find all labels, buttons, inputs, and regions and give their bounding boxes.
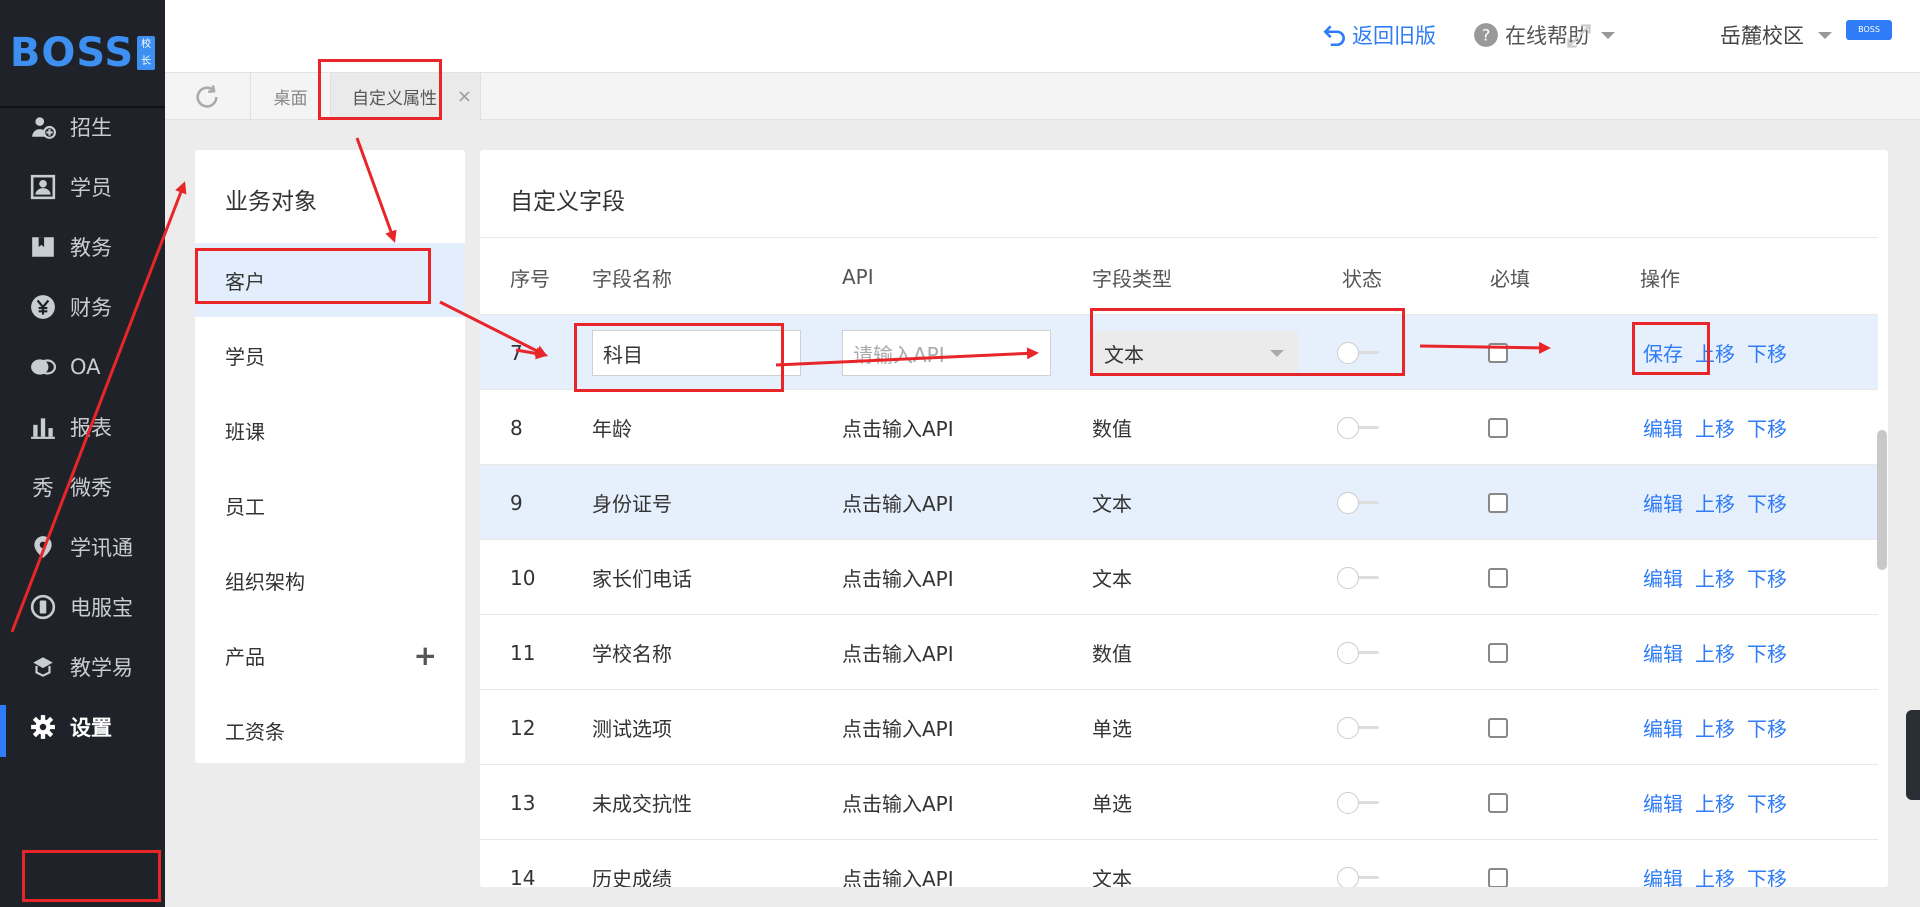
annotation-arrows (10, 137, 1551, 633)
